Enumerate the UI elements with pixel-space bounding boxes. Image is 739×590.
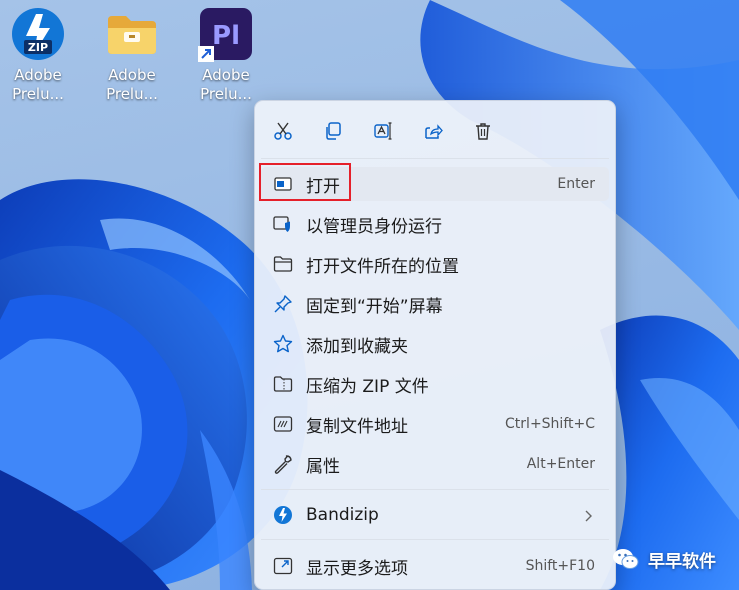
run-as-admin-icon xyxy=(273,214,293,234)
menu-item-label: 打开文件所在的位置 xyxy=(306,256,459,277)
menu-item-shortcut: Alt+Enter xyxy=(526,456,595,472)
premiere-logo-text: Pl xyxy=(212,21,240,51)
folder-icon xyxy=(108,16,156,54)
premiere-pl-icon: Pl xyxy=(198,8,252,62)
menu-divider xyxy=(261,489,609,490)
cut-icon xyxy=(274,122,292,140)
menu-item-open-file-location[interactable]: 打开文件所在的位置 xyxy=(261,247,609,281)
menu-item-label: 压缩为 ZIP 文件 xyxy=(306,376,429,397)
menu-divider xyxy=(261,539,609,540)
watermark: 早早软件 xyxy=(612,544,716,574)
zip-folder-icon xyxy=(273,374,293,394)
share-button[interactable] xyxy=(415,115,451,147)
menu-item-label: 显示更多选项 xyxy=(306,558,408,579)
zip-badge-text: ZIP xyxy=(28,41,48,54)
menu-item-bandizip[interactable]: Bandizip xyxy=(261,498,609,532)
chevron-right-icon xyxy=(583,508,593,527)
star-icon xyxy=(273,334,293,354)
context-menu-toolbar xyxy=(255,101,615,159)
folder-icon xyxy=(273,254,293,274)
desktop-icon-label: Adobe Prelu... xyxy=(106,66,158,103)
menu-item-copy-path[interactable]: 复制文件地址 Ctrl+Shift+C xyxy=(261,407,609,441)
menu-item-run-as-admin[interactable]: 以管理员身份运行 xyxy=(261,207,609,241)
menu-item-add-to-favorites[interactable]: 添加到收藏夹 xyxy=(261,327,609,361)
menu-item-label: 打开 xyxy=(306,176,340,197)
rename-icon xyxy=(374,122,392,140)
desktop-icon-label: Adobe Prelu... xyxy=(200,66,252,103)
desktop-icon-premiere-shortcut[interactable]: Pl Adobe Prelu... xyxy=(188,6,264,104)
menu-item-show-more-options[interactable]: 显示更多选项 Shift+F10 xyxy=(261,549,609,583)
rename-button[interactable] xyxy=(365,115,401,147)
menu-item-shortcut: Ctrl+Shift+C xyxy=(505,416,595,432)
open-app-icon xyxy=(273,174,293,194)
wechat-icon xyxy=(613,549,639,569)
menu-item-label: 以管理员身份运行 xyxy=(306,216,442,237)
more-options-icon xyxy=(273,556,293,576)
desktop-icon-bandizip-archive[interactable]: ZIP Adobe Prelu... xyxy=(0,6,76,104)
delete-button[interactable] xyxy=(465,115,501,147)
desktop-icon-folder[interactable]: Adobe Prelu... xyxy=(94,6,170,104)
copy-path-icon xyxy=(273,414,293,434)
bandizip-zip-icon: ZIP xyxy=(12,8,64,60)
menu-item-pin-to-start[interactable]: 固定到“开始”屏幕 xyxy=(261,287,609,321)
watermark-text: 早早软件 xyxy=(648,551,716,572)
wrench-icon xyxy=(273,454,293,474)
menu-item-label: 属性 xyxy=(306,456,340,477)
context-menu: 打开 Enter 以管理员身份运行 打开文件所在的位置 固定到“开始”屏幕 添加… xyxy=(254,100,616,590)
menu-item-properties[interactable]: 属性 Alt+Enter xyxy=(261,447,609,481)
menu-item-shortcut: Shift+F10 xyxy=(525,558,595,574)
cut-button[interactable] xyxy=(265,115,301,147)
menu-divider xyxy=(261,158,609,159)
delete-icon xyxy=(476,123,490,140)
copy-icon xyxy=(326,122,341,140)
menu-item-label: 添加到收藏夹 xyxy=(306,336,408,357)
menu-item-shortcut: Enter xyxy=(557,176,595,192)
desktop-icon-label: Adobe Prelu... xyxy=(12,66,64,103)
menu-item-open[interactable]: 打开 Enter xyxy=(261,167,609,201)
copy-button[interactable] xyxy=(315,115,351,147)
menu-item-label: 复制文件地址 xyxy=(306,416,408,437)
pin-icon xyxy=(273,294,293,314)
menu-item-label: Bandizip xyxy=(306,505,379,525)
bandizip-icon xyxy=(273,505,293,525)
menu-item-compress-zip[interactable]: 压缩为 ZIP 文件 xyxy=(261,367,609,401)
menu-item-label: 固定到“开始”屏幕 xyxy=(306,296,443,317)
share-icon xyxy=(425,124,443,139)
